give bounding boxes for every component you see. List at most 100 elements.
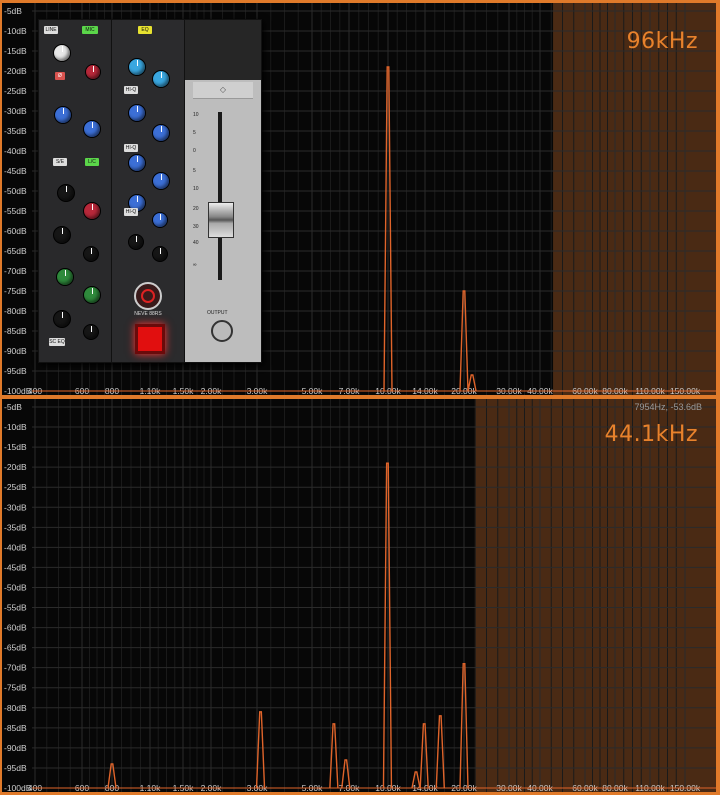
- lpf-eq-knob[interactable]: [152, 246, 168, 262]
- lpf-knob[interactable]: [83, 120, 101, 138]
- y-tick-label: -60dB: [4, 226, 27, 236]
- y-tick-label: -75dB: [4, 683, 27, 693]
- sample-rate-label: 44.1kHz: [604, 422, 698, 447]
- y-tick-label: -60dB: [4, 623, 27, 633]
- fader-scale-0: 0: [193, 148, 196, 154]
- y-tick-label: -25dB: [4, 86, 27, 96]
- output-knob[interactable]: [211, 320, 233, 342]
- eq-button[interactable]: EQ: [138, 26, 152, 34]
- y-tick-label: -70dB: [4, 663, 27, 673]
- hyst-knob[interactable]: [57, 184, 75, 202]
- y-tick-label: -95dB: [4, 763, 27, 773]
- lmf-freq-knob[interactable]: [128, 154, 146, 172]
- hi-q-button-1[interactable]: HI-Q: [124, 86, 138, 94]
- comp-gain-knob[interactable]: [83, 202, 101, 220]
- fader-scale-5: 5: [193, 130, 196, 136]
- y-tick-label: -5dB: [4, 402, 22, 412]
- ratio-knob[interactable]: [83, 246, 99, 262]
- preamp-section: LINE MIC Ø S/E L/C SC EQ: [39, 20, 112, 362]
- cursor-readout: 7954Hz, -53.6dB: [634, 402, 702, 412]
- nyquist-shade: [553, 3, 716, 395]
- y-tick-label: -35dB: [4, 522, 27, 532]
- y-tick-label: -85dB: [4, 723, 27, 733]
- y-tick-label: -80dB: [4, 703, 27, 713]
- y-tick-label: -45dB: [4, 166, 27, 176]
- neve-channel-strip-plugin[interactable]: LINE MIC Ø S/E L/C SC EQ EQ HI-Q HI-Q HI…: [38, 19, 262, 363]
- spectrum-panel-44khz: -5dB -10dB -15dB -20dB -25dB -30dB -35dB -40dB -…: [2, 399, 716, 792]
- y-tick-label: -90dB: [4, 346, 27, 356]
- y-tick-label: -75dB: [4, 286, 27, 296]
- y-tick-label: -25dB: [4, 482, 27, 492]
- mic-gain-knob[interactable]: [85, 64, 101, 80]
- y-tick-label: -40dB: [4, 146, 27, 156]
- output-label: OUTPUT: [207, 310, 228, 316]
- y-tick-label: -20dB: [4, 462, 27, 472]
- spectrum-panel-96khz: -5dB -10dB -15dB -20dB -25dB -30dB -35dB -40dB -…: [2, 3, 716, 395]
- y-tick-label: -55dB: [4, 603, 27, 613]
- dyn-release-knob[interactable]: [83, 324, 99, 340]
- power-button[interactable]: [135, 324, 165, 354]
- fader-scale-40: 40: [193, 240, 199, 246]
- hpf-eq-knob[interactable]: [128, 234, 144, 250]
- brand-label: NEVE 88RS: [134, 311, 162, 317]
- fader-scale-10: 10: [193, 112, 199, 118]
- attack-knob[interactable]: [53, 310, 71, 328]
- y-tick-label: -70dB: [4, 266, 27, 276]
- mic-button[interactable]: MIC: [82, 26, 98, 34]
- hpf-knob[interactable]: [54, 106, 72, 124]
- fader-track: [218, 112, 222, 280]
- fader-scale-5b: 5: [193, 168, 196, 174]
- y-tick-label: -85dB: [4, 326, 27, 336]
- y-tick-label: -35dB: [4, 126, 27, 136]
- spectrum-plot-44khz: -5dB -10dB -15dB -20dB -25dB -30dB -35dB -40dB -…: [4, 399, 716, 792]
- y-tick-label: -30dB: [4, 106, 27, 116]
- y-tick-label: -45dB: [4, 562, 27, 572]
- lf-gain-knob[interactable]: [152, 212, 168, 228]
- hmf-gain-knob[interactable]: [152, 124, 170, 142]
- spectrum-spike: [255, 711, 266, 789]
- y-tick-label: -80dB: [4, 306, 27, 316]
- fader-scale-20: 20: [193, 206, 199, 212]
- hf-gain-knob[interactable]: [152, 70, 170, 88]
- y-tick-label: -55dB: [4, 206, 27, 216]
- y-tick-label: -50dB: [4, 186, 27, 196]
- release-knob[interactable]: [83, 286, 101, 304]
- output-fader[interactable]: [208, 202, 234, 238]
- spectrum-spike: [419, 723, 429, 789]
- y-tick-label: -90dB: [4, 743, 27, 753]
- fader-scale-30: 30: [193, 224, 199, 230]
- y-tick-label: -40dB: [4, 542, 27, 552]
- y-tick-label: -10dB: [4, 422, 27, 432]
- hf-freq-knob[interactable]: [128, 58, 146, 76]
- fader-scale-10b: 10: [193, 186, 199, 192]
- fader-section: ◇ 10 5 0 5 10 20 30 40 ∞ OUTPUT: [185, 20, 261, 362]
- neve-logo: [134, 282, 162, 310]
- y-tick-label: -20dB: [4, 66, 27, 76]
- gate-knob[interactable]: [56, 268, 74, 286]
- y-tick-label: -65dB: [4, 246, 27, 256]
- line-button[interactable]: LINE: [44, 26, 58, 34]
- sc-eq-button[interactable]: SC EQ: [49, 338, 65, 346]
- lc-button[interactable]: L/C: [85, 158, 99, 166]
- thresh-knob[interactable]: [53, 226, 71, 244]
- y-tick-label: -65dB: [4, 643, 27, 653]
- phase-button[interactable]: Ø: [55, 72, 65, 80]
- hi-q-button-3[interactable]: HI-Q: [124, 208, 138, 216]
- y-tick-label: -30dB: [4, 502, 27, 512]
- nyquist-shade: [474, 399, 716, 792]
- y-tick-label: -95dB: [4, 366, 27, 376]
- level-meter: [185, 20, 261, 80]
- y-tick-label: -5dB: [4, 6, 22, 16]
- spectrum-spike: [435, 715, 445, 789]
- spectrum-spike: [329, 723, 339, 789]
- lmf-gain-knob[interactable]: [152, 172, 170, 190]
- spectrum-spike: [382, 462, 393, 789]
- y-tick-label: -10dB: [4, 26, 27, 36]
- y-tick-label: -15dB: [4, 46, 27, 56]
- se-button[interactable]: S/E: [53, 158, 67, 166]
- hmf-freq-knob[interactable]: [128, 104, 146, 122]
- line-gain-knob[interactable]: [53, 44, 71, 62]
- hi-q-button-2[interactable]: HI-Q: [124, 144, 138, 152]
- ua-logo: ◇: [193, 82, 253, 99]
- sample-rate-label: 96kHz: [626, 29, 698, 54]
